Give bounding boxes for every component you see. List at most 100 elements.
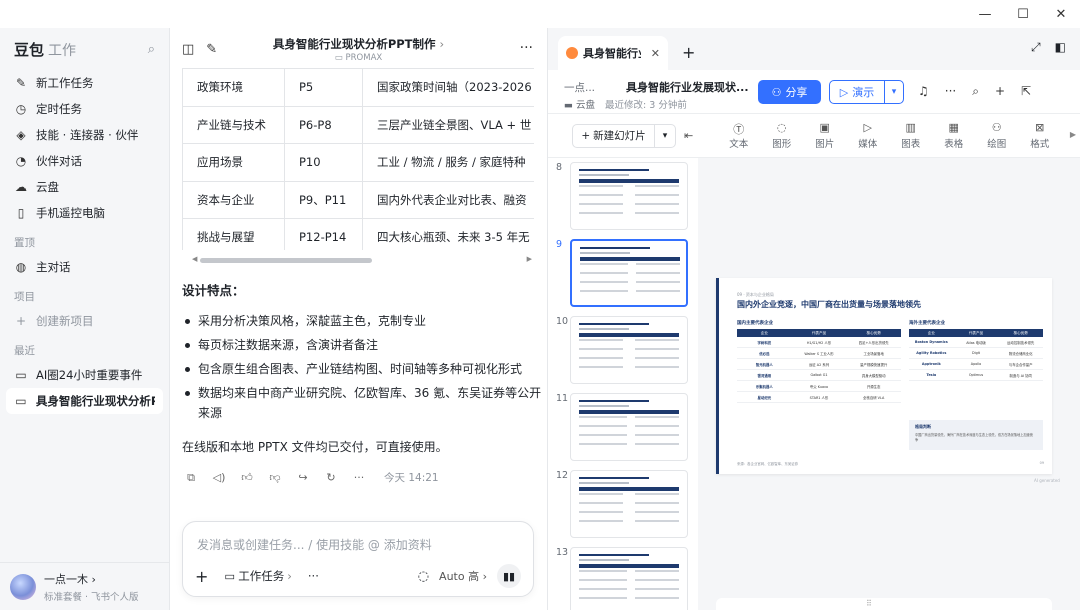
- more-icon[interactable]: ···: [308, 569, 319, 583]
- new-slide-main[interactable]: + 新建幻灯片: [573, 124, 655, 147]
- table-scrollbar[interactable]: ◀ ▶: [192, 255, 532, 263]
- voice-icon[interactable]: ▮▮: [497, 564, 521, 588]
- recent-item-ppt[interactable]: ▭ 具身智能行业现状分析PPT: [6, 388, 163, 414]
- toolbar-scroll-icon[interactable]: ▶: [1070, 130, 1076, 139]
- insert-tools: Ⓣ 文本 ◌ 图形 ▣ 图片 ▷ 媒体 ▥ 图表 ▦ 表格 ⚇ 绘图 ⊠ 格式: [717, 121, 1061, 150]
- more-icon[interactable]: ···: [520, 40, 533, 56]
- present-button[interactable]: ▷ 演示 ▾: [829, 80, 904, 104]
- table-cell: P9、P11: [284, 180, 363, 219]
- tool-1[interactable]: ◌ 图形: [760, 121, 803, 150]
- split-view-icon[interactable]: ◧: [1055, 40, 1066, 55]
- user-profile[interactable]: 一点一木 › 标准套餐 · 飞书个人版: [0, 562, 169, 610]
- model-selector[interactable]: Auto 高 ›: [439, 568, 487, 584]
- regenerate-icon[interactable]: ↻: [324, 471, 338, 484]
- chevron-down-icon[interactable]: ▾: [655, 131, 675, 141]
- open-external-icon[interactable]: ⇱: [1021, 84, 1031, 99]
- scroll-thumb[interactable]: [200, 258, 372, 263]
- folder-location[interactable]: ▬ 云盘: [564, 100, 595, 111]
- slide-thumbnail[interactable]: [570, 470, 688, 538]
- table-cell: 挑战与展望: [182, 218, 285, 250]
- search-icon[interactable]: ⌕: [148, 42, 155, 57]
- slide-table-row: 宇树科技 H1/G1/H2 人形 四足+人形出货领先: [737, 337, 901, 348]
- chevron-down-icon[interactable]: ▾: [885, 87, 903, 97]
- sidebar-toggle-icon[interactable]: ◫: [182, 42, 194, 57]
- resize-grip-icon[interactable]: ⠿: [866, 599, 872, 608]
- table-cell: 产业链与技术: [182, 105, 285, 144]
- slide-thumbnail[interactable]: [570, 547, 688, 610]
- thumbs-down-icon[interactable]: 👎︎: [268, 471, 282, 484]
- slide-thumbnail[interactable]: [570, 239, 688, 307]
- tool-5[interactable]: ▦ 表格: [932, 121, 975, 150]
- slide-thumbnail[interactable]: [570, 162, 688, 230]
- sidebar-item-label: 伙伴对话: [36, 154, 82, 168]
- collapse-panel-icon[interactable]: ⇤: [684, 129, 693, 142]
- doc-name[interactable]: 具身智能行业发展现状...: [626, 79, 756, 95]
- tool-0[interactable]: Ⓣ 文本: [717, 121, 760, 150]
- new-slide-button[interactable]: + 新建幻灯片 ▾: [572, 123, 676, 148]
- tool-3[interactable]: ▷ 媒体: [846, 121, 889, 150]
- doc-tab[interactable]: 具身智能行业 ✕: [558, 36, 668, 70]
- sidebar-item-0[interactable]: ✎ 新工作任务: [0, 70, 169, 96]
- slide-title: 国内外企业竞逐，中国厂商在出货量与场景落地领先: [737, 299, 921, 309]
- speaker-icon[interactable]: ◁): [212, 471, 226, 484]
- thumb-title-line: [579, 477, 649, 479]
- recent-item-ai-news[interactable]: ▭ AI圈24小时重要事件: [0, 362, 169, 388]
- message-composer[interactable]: 发消息或创建任务... / 使用技能 @ 添加资料 + ▭ 工作任务 › ··· ◌…: [182, 521, 534, 597]
- sidebar-item-3[interactable]: ◔ 伙伴对话: [0, 148, 169, 174]
- tool-2[interactable]: ▣ 图片: [803, 121, 846, 150]
- sidebar-item-2[interactable]: ◈ 技能 · 连接器 · 伙伴: [0, 122, 169, 148]
- thumbs-up-icon[interactable]: 👍︎: [240, 471, 254, 484]
- slide-col-header: 代表产品: [968, 330, 984, 335]
- more-icon[interactable]: ···: [945, 84, 956, 99]
- thumbnail-number: 10: [556, 316, 569, 327]
- work-task-chip[interactable]: ▭ 工作任务 ›: [218, 566, 297, 586]
- search-icon[interactable]: ⌕: [972, 84, 979, 99]
- tool-7[interactable]: ⊠ 格式: [1018, 121, 1061, 150]
- new-tab-icon[interactable]: +: [682, 43, 695, 62]
- slide-thumbnail[interactable]: [570, 393, 688, 461]
- minimize-icon[interactable]: —: [966, 0, 1004, 28]
- thumb-sub-line: [579, 328, 629, 330]
- slide-preview[interactable]: 09 · 资本与企业格局 国内外企业竞逐，中国厂商在出货量与场景落地领先 国内主…: [716, 278, 1052, 474]
- edit-icon[interactable]: ✎: [206, 42, 217, 57]
- tool-icon: ⚇: [991, 121, 1002, 134]
- more-icon[interactable]: ···: [352, 471, 366, 484]
- tool-icon: ▦: [948, 121, 959, 134]
- share-icon[interactable]: ↪: [296, 471, 310, 484]
- maximize-icon[interactable]: ☐: [1004, 0, 1042, 28]
- close-tab-icon[interactable]: ✕: [651, 47, 660, 60]
- sidebar-item-main-chat[interactable]: ◍ 主对话: [0, 254, 169, 280]
- close-icon[interactable]: ✕: [1042, 0, 1080, 28]
- thumb-line: [635, 520, 679, 522]
- sidebar-item-1[interactable]: ◷ 定时任务: [0, 96, 169, 122]
- play-icon: ▷: [839, 85, 849, 99]
- create-project-button[interactable]: + 创建新项目: [0, 308, 169, 334]
- tool-6[interactable]: ⚇ 绘图: [975, 121, 1018, 150]
- tool-label: 图形: [772, 139, 792, 150]
- thumb-line: [579, 194, 623, 196]
- copy-icon[interactable]: ⧉: [184, 471, 198, 485]
- breadcrumb[interactable]: 一点...: [564, 80, 595, 95]
- thumb-line: [635, 416, 679, 418]
- slide-table-row: Tesla Optimus 制造与 AI 协同: [909, 370, 1043, 381]
- tool-icon: ⊠: [1035, 121, 1045, 134]
- sidebar-item-5[interactable]: ▯ 手机遥控电脑: [0, 200, 169, 226]
- sidebar-item-4[interactable]: ☁ 云盘: [0, 174, 169, 200]
- tool-4[interactable]: ▥ 图表: [889, 121, 932, 150]
- share-button[interactable]: ⚇ 分享: [758, 80, 821, 104]
- thumb-line: [635, 511, 679, 513]
- plus-icon[interactable]: +: [195, 567, 208, 586]
- scroll-right-icon[interactable]: ▶: [527, 255, 532, 263]
- outline-table-wrapper: 政策环境 P5 国家政策时间轴（2023-2026 产业链与技术 P6-P8 三层产业链全…: [182, 68, 534, 250]
- expand-icon[interactable]: ⤢: [1031, 40, 1041, 55]
- slide-col-header: 核心优势: [1013, 330, 1028, 335]
- notes-panel[interactable]: [716, 598, 1052, 610]
- composer-placeholder[interactable]: 发消息或创建任务... / 使用技能 @ 添加资料: [197, 536, 432, 553]
- slide-thumbnail[interactable]: [570, 316, 688, 384]
- scroll-left-icon[interactable]: ◀: [192, 255, 197, 263]
- plus-icon[interactable]: +: [995, 84, 1005, 99]
- slide-footer: 来源：各企业官网、亿欧智库、东吴证券: [737, 462, 799, 466]
- present-main[interactable]: ▷ 演示: [830, 81, 885, 103]
- bell-icon[interactable]: ♫: [918, 84, 929, 99]
- slide-col-header: 企业: [927, 330, 935, 335]
